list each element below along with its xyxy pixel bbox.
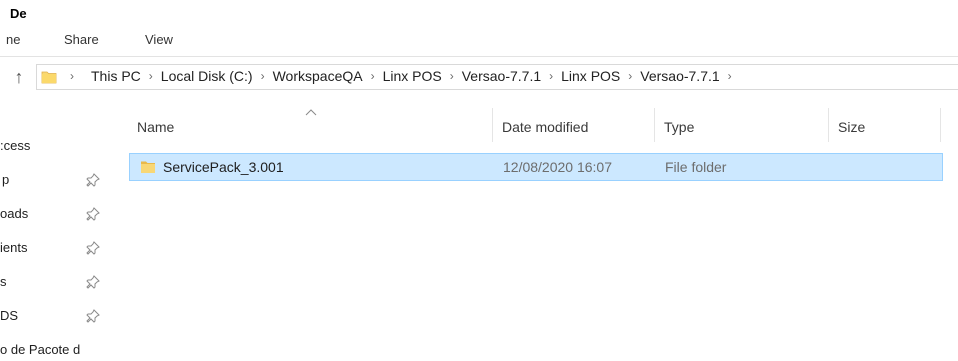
breadcrumb: This PC › Local Disk (C:) › WorkspaceQA › Linx… [91, 68, 740, 84]
pin-icon[interactable] [86, 241, 100, 255]
file-explorer-window: De ne Share View ↑ › This PC › Local Disk … [0, 0, 958, 361]
column-header-type[interactable]: Type [654, 108, 828, 142]
pin-icon[interactable] [86, 207, 100, 221]
nav-item-label: DS [0, 308, 19, 323]
tab-share[interactable]: Share [64, 32, 99, 47]
file-type: File folder [665, 159, 727, 175]
breadcrumb-versao-2[interactable]: Versao-7.7.1 [640, 68, 719, 84]
nav-item-downloads[interactable]: oads [0, 202, 118, 226]
breadcrumb-local-disk[interactable]: Local Disk (C:) [161, 68, 253, 84]
navigation-pane: :cess p oads ients s DS o de Pacote d [0, 100, 118, 361]
chevron-right-icon[interactable]: › [70, 69, 74, 83]
column-header-name[interactable]: Name [128, 108, 492, 142]
nav-item-desktop[interactable]: p [0, 168, 118, 192]
column-header-date-modified[interactable]: Date modified [492, 108, 654, 142]
chevron-right-icon[interactable]: › [628, 69, 632, 83]
window-title-fragment: De [10, 6, 27, 21]
chevron-right-icon[interactable]: › [371, 69, 375, 83]
ribbon-divider [0, 56, 958, 57]
nav-item-label: p [2, 172, 10, 187]
nav-item-pictures[interactable]: s [0, 270, 118, 294]
ribbon-tabs: ne Share View [0, 28, 958, 52]
breadcrumb-linx-pos-2[interactable]: Linx POS [561, 68, 620, 84]
pin-icon[interactable] [86, 173, 100, 187]
file-date-modified: 12/08/2020 16:07 [503, 159, 612, 175]
address-bar[interactable]: › This PC › Local Disk (C:) › WorkspaceQA › Li… [36, 64, 958, 90]
column-header-row: Name Date modified Type Size [128, 108, 958, 142]
folder-icon [141, 161, 155, 173]
pin-icon[interactable] [86, 275, 100, 289]
up-arrow-icon[interactable]: ↑ [8, 66, 30, 88]
nav-item-label: s [0, 274, 7, 289]
column-divider [940, 108, 941, 142]
nav-item-quick-access[interactable]: :cess [0, 134, 118, 158]
chevron-right-icon[interactable]: › [149, 69, 153, 83]
nav-item-label: o de Pacote d [0, 342, 81, 357]
breadcrumb-linx-pos[interactable]: Linx POS [383, 68, 442, 84]
chevron-right-icon[interactable]: › [261, 69, 265, 83]
nav-item-pos[interactable]: DS [0, 304, 118, 328]
breadcrumb-versao[interactable]: Versao-7.7.1 [462, 68, 541, 84]
chevron-right-icon[interactable]: › [549, 69, 553, 83]
tab-view[interactable]: View [145, 32, 173, 47]
breadcrumb-workspaceqa[interactable]: WorkspaceQA [273, 68, 363, 84]
chevron-right-icon[interactable]: › [728, 69, 732, 83]
tab-home[interactable]: ne [6, 32, 20, 47]
nav-item-label: oads [0, 206, 29, 221]
chevron-right-icon[interactable]: › [450, 69, 454, 83]
pin-icon[interactable] [86, 309, 100, 323]
nav-item-documents[interactable]: ients [0, 236, 118, 260]
file-name: ServicePack_3.001 [163, 159, 284, 175]
breadcrumb-this-pc[interactable]: This PC [91, 68, 141, 84]
nav-item-pacote[interactable]: o de Pacote d [0, 338, 118, 361]
table-row[interactable]: ServicePack_3.001 12/08/2020 16:07 File … [129, 153, 943, 181]
column-header-size[interactable]: Size [828, 108, 940, 142]
nav-item-label: ients [0, 240, 28, 255]
folder-icon [41, 71, 57, 84]
nav-item-label: :cess [0, 138, 31, 153]
